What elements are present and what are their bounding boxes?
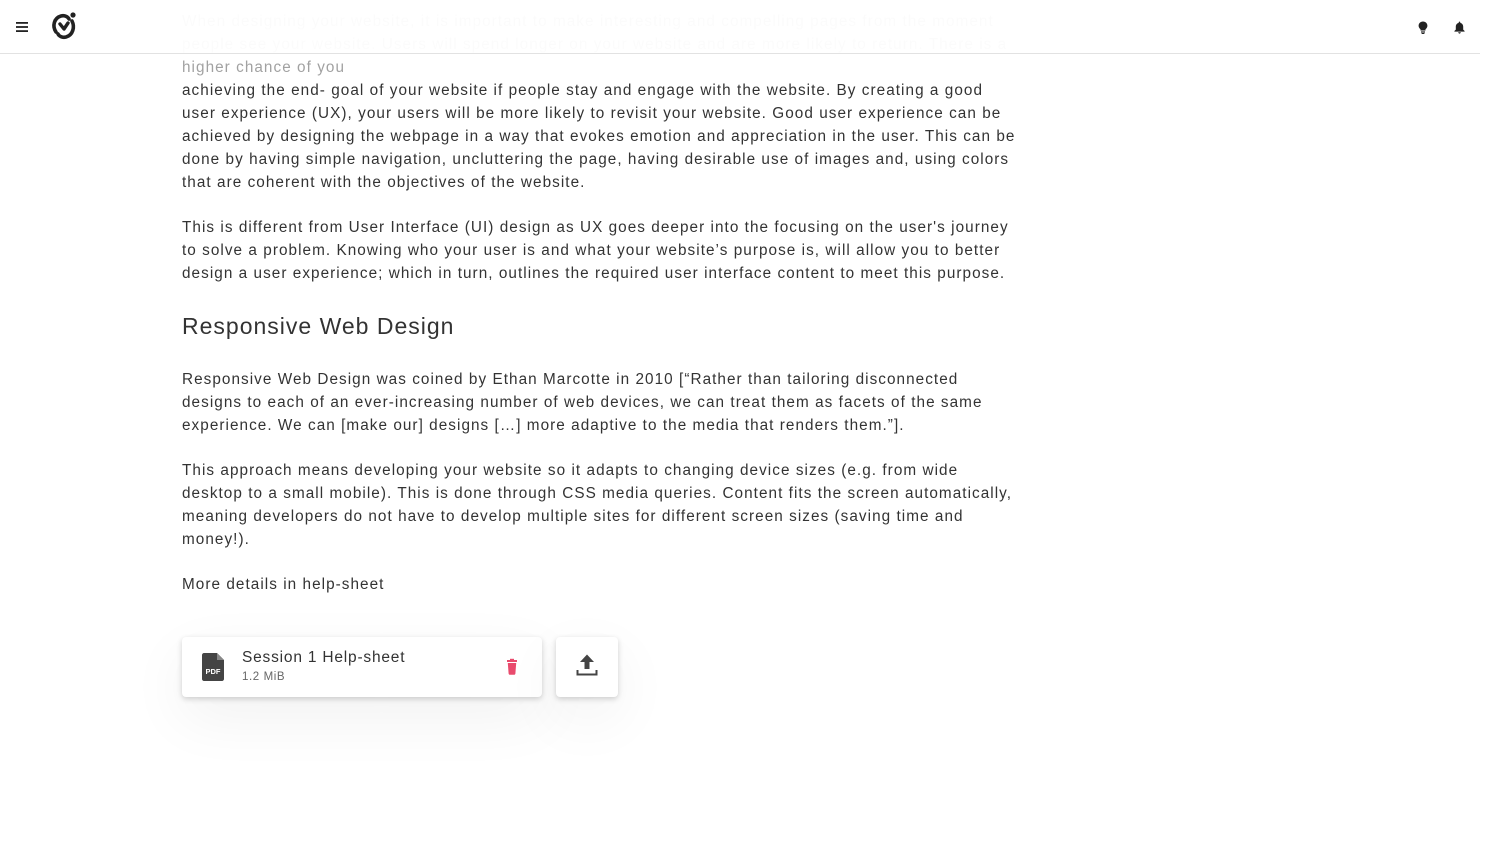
- attachment-name[interactable]: Session 1 Help-sheet: [242, 649, 405, 667]
- attachment-size: 1.2 MiB: [242, 671, 286, 683]
- attachment-card[interactable]: PDF Session 1 Help-sheet 1.2 MiB: [182, 637, 542, 697]
- article-paragraph: Responsive Web Design was coined by Etha…: [182, 371, 983, 434]
- upload-button[interactable]: [556, 637, 618, 697]
- article-paragraph: More details in help-sheet: [182, 576, 385, 593]
- section-heading: Responsive Web Design: [182, 313, 455, 339]
- article-paragraph: This approach means developing your webs…: [182, 462, 1013, 548]
- article-content: When designing your website, it is impor…: [182, 10, 1022, 618]
- top-app-bar: [0, 0, 1480, 54]
- lightbulb-icon[interactable]: [1412, 16, 1434, 38]
- app-logo-icon[interactable]: [48, 10, 80, 42]
- svg-text:PDF: PDF: [206, 667, 221, 676]
- trash-icon[interactable]: [502, 657, 522, 677]
- upload-icon: [575, 653, 599, 682]
- article-paragraph: This is different from User Interface (U…: [182, 219, 1009, 282]
- bell-icon[interactable]: [1448, 16, 1470, 38]
- hamburger-menu-icon[interactable]: [12, 17, 32, 37]
- pdf-file-icon: PDF: [202, 653, 224, 681]
- article-paragraph: achieving the end- goal of your website …: [182, 82, 1016, 191]
